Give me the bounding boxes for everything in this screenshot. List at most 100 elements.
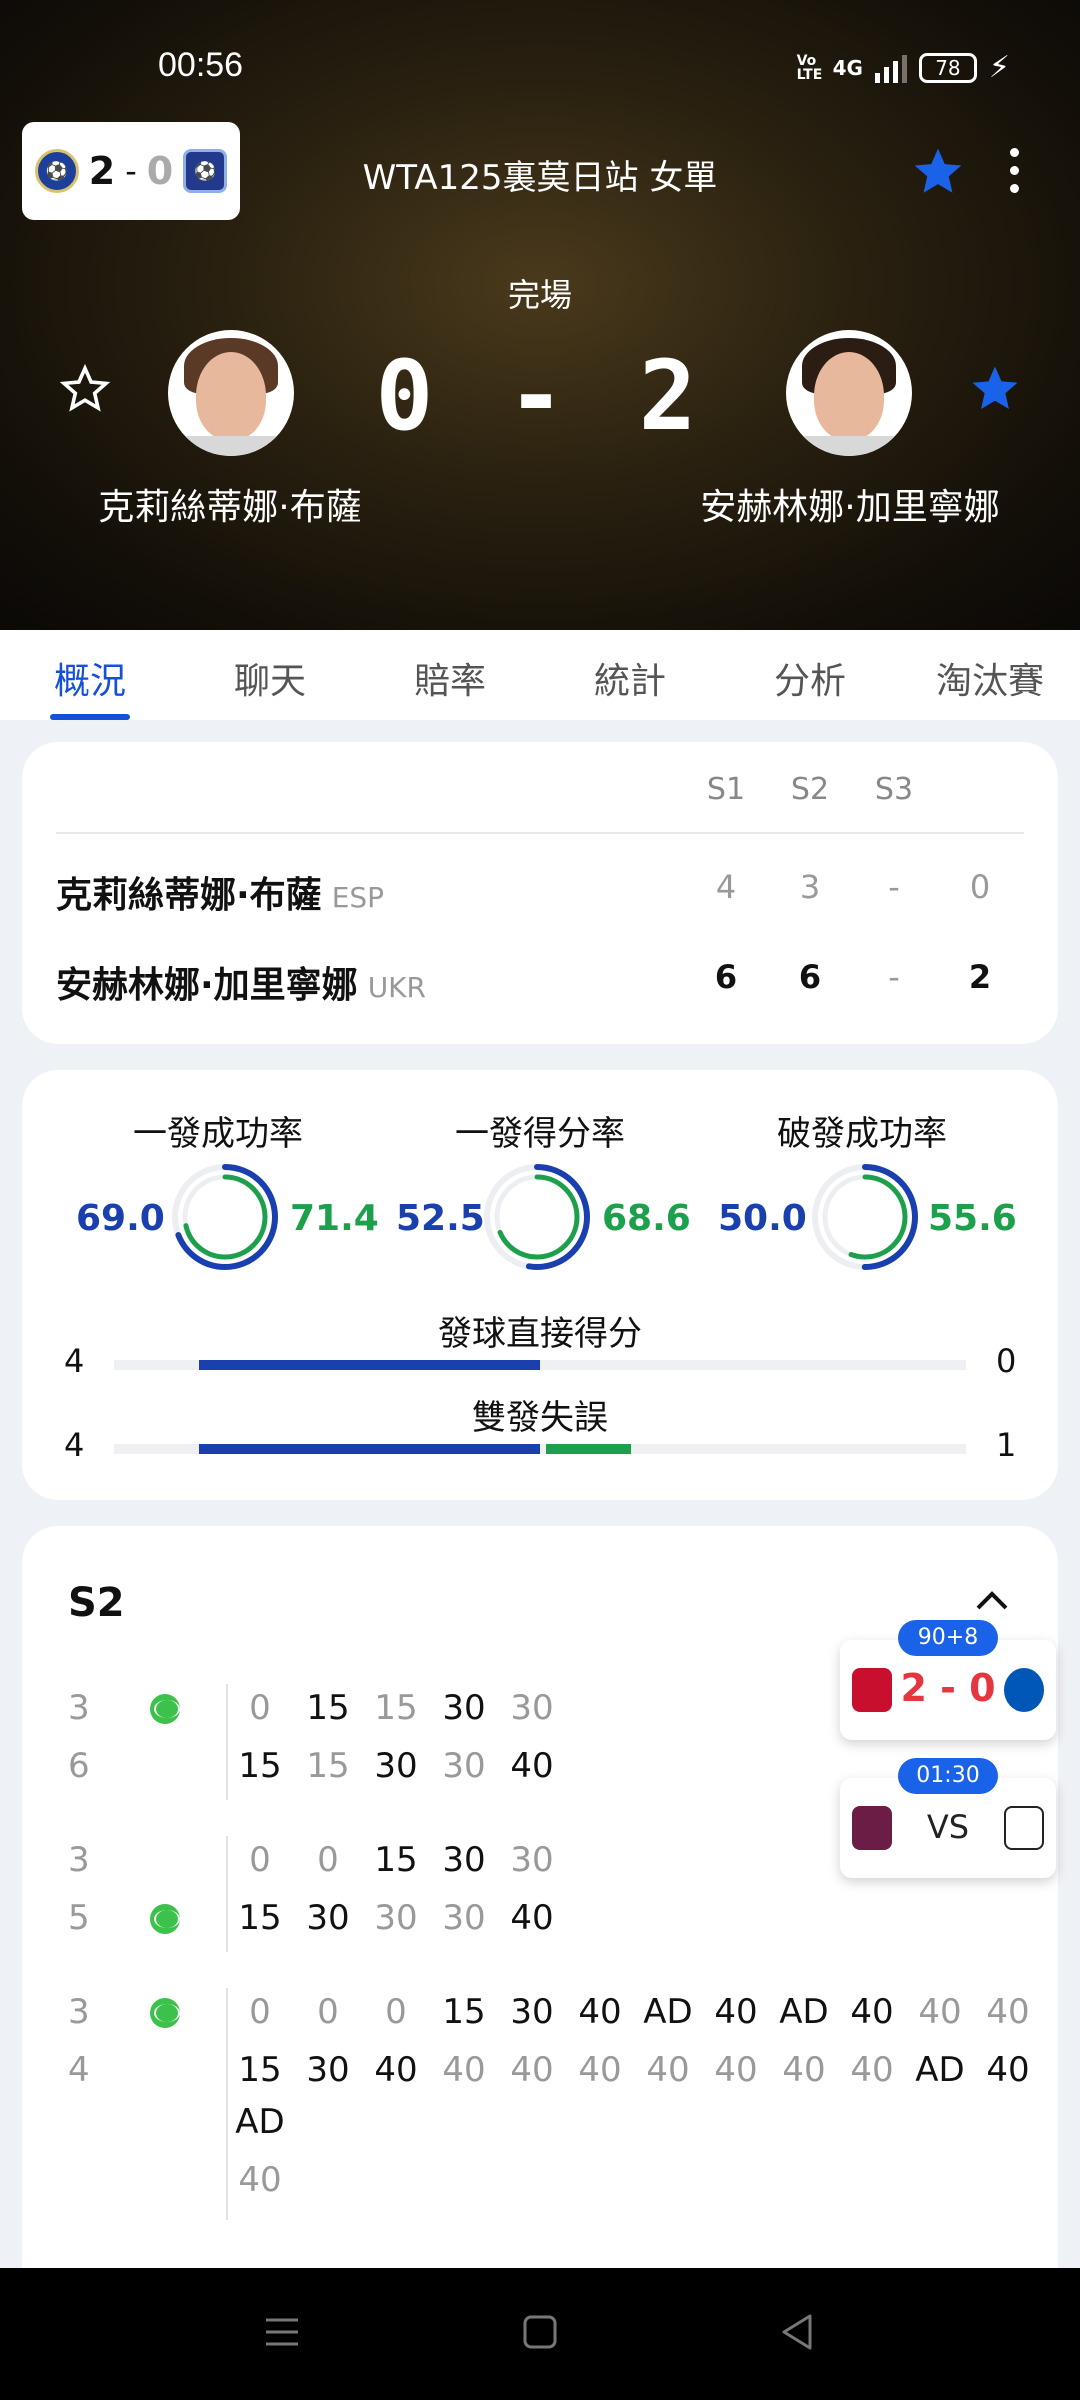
- set-row: 克莉絲蒂娜·布薩 ESP 4 3 - 0: [56, 866, 1024, 916]
- set-value: 4: [715, 868, 737, 906]
- more-menu-icon[interactable]: [1010, 148, 1019, 193]
- network-type: 4G: [832, 55, 863, 80]
- live-clock: 01:30: [898, 1758, 998, 1794]
- point-value: AD: [643, 1992, 693, 2032]
- set-header: S1 S2 S3: [22, 772, 1058, 812]
- live-match-widget[interactable]: 90+8 2 - 0: [840, 1620, 1056, 1740]
- player1-avatar[interactable]: [168, 330, 294, 456]
- point-value: 30: [306, 2050, 350, 2090]
- star-filled-icon[interactable]: [910, 144, 966, 200]
- stat-right-value: 55.6: [928, 1198, 1017, 1239]
- charging-icon: ⚡: [988, 50, 1010, 85]
- set-row-country: UKR: [367, 971, 426, 1004]
- set-value: 6: [798, 958, 822, 996]
- status-bar: 00:56 Vo LTE 4G 78 ⚡: [0, 0, 1080, 120]
- point-value: 30: [442, 1898, 486, 1938]
- stat-right-value: 68.6: [602, 1198, 691, 1239]
- player2-avatar[interactable]: [786, 330, 912, 456]
- point-value: 40: [986, 1992, 1030, 2032]
- set-row: 安赫林娜·加里寧娜 UKR 6 6 - 2: [56, 956, 1024, 1006]
- set-row-name: 克莉絲蒂娜·布薩: [56, 875, 322, 916]
- star-filled-icon[interactable]: [968, 362, 1022, 416]
- bar-track: [114, 1360, 966, 1370]
- point-value: 0: [317, 1840, 339, 1880]
- fulham-crest-icon: [1004, 1806, 1044, 1850]
- point-value: AD: [779, 1992, 829, 2032]
- tab-analysis[interactable]: 分析: [720, 630, 900, 720]
- match-status: 完場: [507, 276, 572, 314]
- stat-left-value: 50.0: [718, 1198, 807, 1239]
- live-clock: 90+8: [898, 1620, 998, 1656]
- stat-left-value: 52.5: [396, 1198, 485, 1239]
- stats-card: 一發成功率 一發得分率 破發成功率 69.0 71.4 52.5 68.6 50…: [22, 1070, 1058, 1500]
- stat-left-value: 69.0: [76, 1198, 165, 1239]
- tab-overview[interactable]: 概況: [0, 630, 180, 720]
- match-score: 0 - 2: [375, 340, 705, 452]
- bar-fill-right: [546, 1444, 632, 1454]
- point-value: AD: [235, 2102, 285, 2142]
- chevron-up-icon[interactable]: [972, 1584, 1012, 1614]
- set-header-s3: S3: [874, 772, 914, 807]
- point-value: 15: [306, 1688, 350, 1728]
- bar-right-value: 1: [996, 1426, 1017, 1464]
- tennis-ball-icon: [150, 1904, 180, 1934]
- volte-icon: Vo LTE: [796, 52, 823, 83]
- point-value: 40: [714, 1992, 758, 2032]
- point-value: 40: [986, 2050, 1030, 2090]
- tab-chat[interactable]: 聊天: [180, 630, 360, 720]
- point-value: 15: [374, 1840, 418, 1880]
- point-value: 40: [646, 2050, 690, 2090]
- bar-right-value: 0: [996, 1342, 1017, 1380]
- game-score-bottom: 4: [68, 2050, 90, 2090]
- player2-name[interactable]: 安赫林娜·加里寧娜: [640, 478, 1060, 530]
- point-value: 0: [249, 1840, 271, 1880]
- point-value: 0: [385, 1992, 407, 2032]
- star-outline-icon[interactable]: [58, 362, 112, 416]
- set-row-country: ESP: [331, 881, 385, 914]
- ring-chart: [812, 1164, 918, 1270]
- bar-title: 發球直接得分: [438, 1314, 642, 1354]
- point-value: 0: [249, 1688, 271, 1728]
- point-value: 40: [238, 2160, 282, 2200]
- home-icon[interactable]: [520, 2310, 560, 2354]
- bar-left-value: 4: [64, 1342, 85, 1380]
- point-value: 40: [782, 2050, 826, 2090]
- tab-stats[interactable]: 統計: [540, 630, 720, 720]
- menu-icon[interactable]: [262, 2310, 302, 2354]
- player1-name[interactable]: 克莉絲蒂娜·布薩: [20, 478, 440, 530]
- stat-right-value: 71.4: [290, 1198, 379, 1239]
- tab-odds[interactable]: 賠率: [360, 630, 540, 720]
- set-row-name: 安赫林娜·加里寧娜: [56, 965, 358, 1006]
- point-value: 0: [317, 1992, 339, 2032]
- point-value: 40: [850, 2050, 894, 2090]
- system-icons: Vo LTE 4G 78 ⚡: [797, 50, 1010, 85]
- stat-title: 一發成功率: [133, 1114, 303, 1154]
- point-value: 15: [238, 2050, 282, 2090]
- point-value: 30: [374, 1746, 418, 1786]
- set-header-s2: S2: [790, 772, 830, 807]
- set-value: -: [888, 868, 900, 906]
- point-value: 40: [578, 1992, 622, 2032]
- set-value: 6: [714, 958, 738, 996]
- bar-left-value: 4: [64, 1426, 85, 1464]
- point-value: 30: [374, 1898, 418, 1938]
- stat-title: 破發成功率: [777, 1114, 947, 1154]
- signal-icon: [874, 53, 907, 83]
- set-value: 3: [799, 868, 821, 906]
- point-value: 30: [510, 1840, 554, 1880]
- ring-chart: [484, 1164, 590, 1270]
- point-value: 40: [442, 2050, 486, 2090]
- point-value: 40: [850, 1992, 894, 2032]
- bar-title: 雙發失誤: [472, 1398, 608, 1438]
- system-nav-bar: [0, 2268, 1080, 2400]
- point-value: 30: [306, 1898, 350, 1938]
- point-value: 40: [374, 2050, 418, 2090]
- burnley-crest-icon: [852, 1806, 892, 1850]
- point-value: 15: [238, 1746, 282, 1786]
- point-value: 40: [578, 2050, 622, 2090]
- back-icon[interactable]: [776, 2310, 816, 2354]
- tab-knockout[interactable]: 淘汰賽: [900, 630, 1080, 720]
- live-match-widget[interactable]: 01:30 VS: [840, 1758, 1056, 1878]
- stat-title: 一發得分率: [455, 1114, 625, 1154]
- point-value: 40: [510, 1898, 554, 1938]
